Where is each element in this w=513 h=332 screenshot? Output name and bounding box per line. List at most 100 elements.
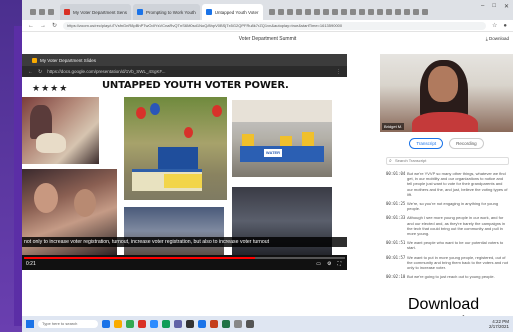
tab-icon[interactable]	[304, 9, 311, 15]
tab-icon[interactable]	[358, 9, 365, 15]
cc-icon[interactable]: ▭	[316, 261, 321, 267]
star-icon[interactable]: ☆	[492, 22, 497, 29]
app-icon[interactable]	[246, 320, 254, 328]
tab-favicon-icon	[205, 9, 212, 15]
tab-transcript[interactable]: Transcript	[409, 138, 444, 149]
slides-favicon-icon	[32, 57, 37, 63]
pinned-tab-icon[interactable]	[39, 9, 45, 15]
tab-icon[interactable]	[385, 9, 392, 15]
speaker-face	[428, 66, 458, 102]
tab-icon[interactable]	[367, 9, 374, 15]
face	[74, 189, 96, 217]
pinned-tab-icon[interactable]	[48, 9, 54, 15]
taskbar-clock[interactable]: 4:22 PM 2/17/2021	[489, 319, 509, 329]
entry-time: 00:01:33	[386, 215, 406, 221]
tab-icon[interactable]	[268, 9, 275, 15]
folder-icon[interactable]	[114, 320, 122, 328]
sheets-icon[interactable]	[162, 320, 170, 328]
edge-icon[interactable]	[102, 320, 110, 328]
profile-icon[interactable]: ●	[503, 23, 507, 29]
entry-time: 00:01:51	[386, 240, 406, 246]
tab-favicon-icon	[64, 9, 70, 15]
photo-person-with-dog	[22, 97, 99, 164]
taskbar-search-input[interactable]: Type here to search	[38, 320, 98, 328]
settings-icon[interactable]: ⚙	[327, 261, 331, 267]
tab-icon[interactable]	[322, 9, 329, 15]
browser-tab[interactable]: My Voter Department Sens	[60, 4, 132, 20]
tab-favicon-icon	[137, 9, 144, 15]
clock-date: 2/17/2021	[488, 324, 509, 329]
tab-icon[interactable]	[376, 9, 383, 15]
mail-icon[interactable]	[138, 320, 146, 328]
zoom-icon[interactable]	[150, 320, 158, 328]
balloon-red	[212, 105, 222, 117]
tab-icon[interactable]	[403, 9, 410, 15]
tab-icon[interactable]	[349, 9, 356, 15]
tab-recording[interactable]: Recording	[449, 138, 484, 149]
zoom-recording-header: Voter Department Summit ⤓ Download	[22, 32, 513, 46]
entry-time: 00:01:04	[386, 171, 406, 176]
tab-icon[interactable]	[286, 9, 293, 15]
tab-icon[interactable]	[394, 9, 401, 15]
entry-time: 00:01:25	[386, 201, 406, 207]
word-icon[interactable]	[198, 320, 206, 328]
booth-sign: WATER	[264, 149, 282, 157]
pinned-tabs	[26, 4, 58, 20]
reload-icon[interactable]: ↻	[52, 22, 57, 29]
entry-text: We're, so you're not engaging in anythin…	[407, 201, 499, 212]
progress-track[interactable]	[24, 257, 345, 259]
tab-icon[interactable]	[277, 9, 284, 15]
pinned-tab-icon[interactable]	[30, 9, 36, 15]
transcript-entry[interactable]: 00:02:10 But we're going to just reach o…	[380, 272, 513, 281]
excel-icon[interactable]	[222, 320, 230, 328]
screen-share-video[interactable]: My Voter Department Slides ← ↻ https://d…	[22, 54, 347, 270]
address-bar-row: ← → ↻ https://zoom.us/rec/play/uTVsfnGnR…	[22, 20, 513, 32]
transcript-entry[interactable]: 00:01:57 We want to put in more young pe…	[380, 253, 513, 273]
transcript-entry[interactable]: 00:01:33 Although I see more young peopl…	[380, 213, 513, 238]
teams-icon[interactable]	[174, 320, 182, 328]
fullscreen-icon[interactable]: ⛶	[337, 261, 341, 267]
browser-tab-active[interactable]: Untapped Youth Voter	[201, 4, 263, 20]
speaker-body	[412, 112, 478, 132]
transcript-entry[interactable]: 00:01:25 We're, so you're not engaging i…	[380, 199, 513, 213]
transcript-entry[interactable]: 00:01:04 But we're YVVP so many other th…	[380, 169, 513, 199]
play-time: 0:21	[26, 261, 36, 267]
url-input[interactable]: https://zoom.us/rec/play/uTVsfnGnR8pBhPT…	[63, 21, 486, 30]
tab-label: My Voter Department Sens	[73, 9, 128, 15]
app-icon[interactable]	[234, 320, 242, 328]
panel-tabs: Transcript Recording	[380, 136, 513, 149]
chrome-icon[interactable]	[126, 320, 134, 328]
download-link[interactable]: ⤓ Download	[486, 36, 509, 41]
minimize-icon[interactable]: –	[481, 3, 484, 10]
tab-icon[interactable]	[331, 9, 338, 15]
back-icon[interactable]: ←	[28, 23, 34, 29]
shared-menu-icon: ⋮	[336, 68, 341, 75]
closed-caption: not only to increase voter registration,…	[22, 237, 347, 247]
tab-label: Prompting to Work Youth	[146, 9, 196, 15]
search-icon: ⌕	[389, 158, 392, 164]
start-icon[interactable]	[26, 320, 34, 328]
left-sidebar-strip	[0, 0, 22, 332]
photo-crowd	[124, 207, 224, 255]
transcript-entry[interactable]: 00:01:51 We want people who want to be o…	[380, 238, 513, 252]
tab-icon[interactable]	[412, 9, 419, 15]
maximize-icon[interactable]: □	[492, 3, 496, 10]
tab-icon[interactable]	[421, 9, 428, 15]
entry-text: But we're going to just reach out to you…	[407, 274, 495, 280]
transcript-search-input[interactable]: ⌕ Search Transcript	[386, 157, 509, 165]
shared-address-bar: ← ↻ https://docs.google.com/presentation…	[22, 66, 347, 77]
tab-icon[interactable]	[313, 9, 320, 15]
purple-strip	[14, 26, 22, 326]
entry-text: We want to put in more young people, reg…	[407, 254, 508, 271]
store-icon[interactable]	[186, 320, 194, 328]
balloon-blue	[150, 103, 160, 115]
browser-tab[interactable]: Prompting to Work Youth	[133, 4, 200, 20]
powerpoint-icon[interactable]	[210, 320, 218, 328]
entry-text: Although I see more young people in our …	[407, 215, 506, 237]
forward-icon[interactable]: →	[40, 23, 46, 29]
close-icon[interactable]: ✕	[504, 3, 509, 10]
tab-icon[interactable]	[340, 9, 347, 15]
screen: My Voter Department Sens Prompting to Wo…	[0, 0, 513, 332]
shared-tab-label: My Voter Department Slides	[40, 57, 97, 63]
tab-icon[interactable]	[295, 9, 302, 15]
